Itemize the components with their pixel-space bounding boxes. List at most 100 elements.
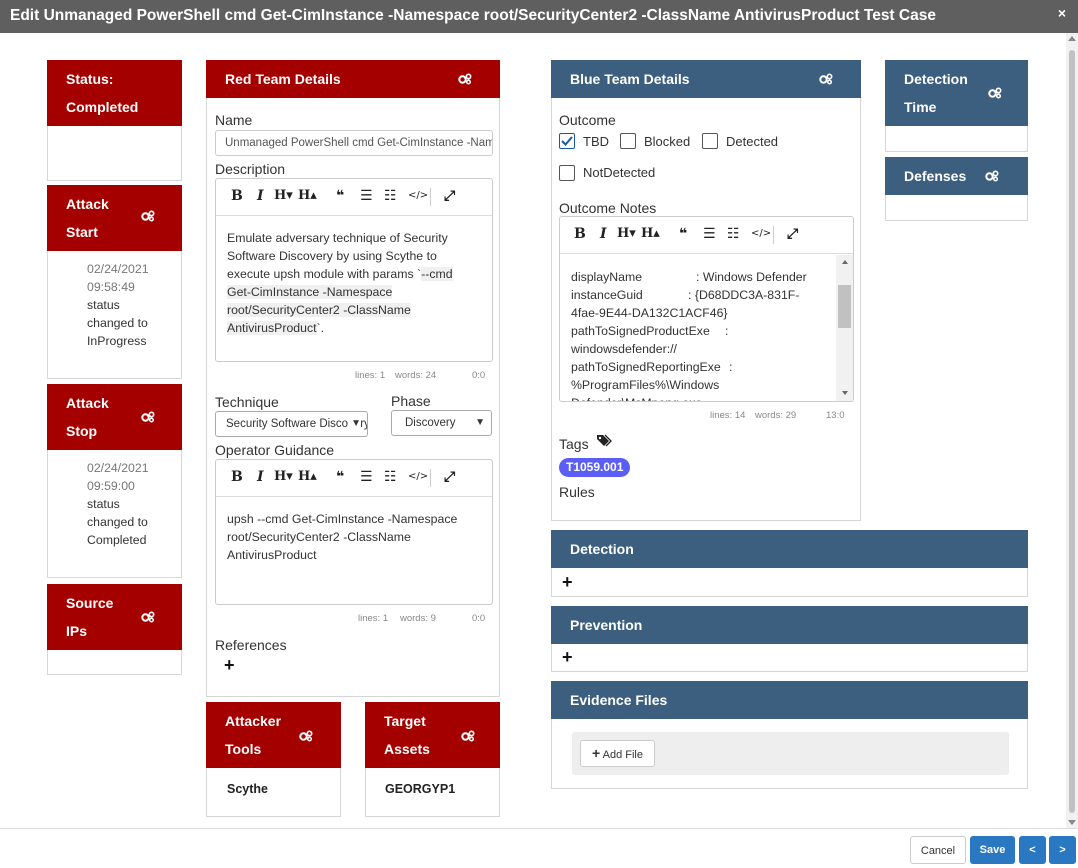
save-button[interactable]: Save [970,836,1015,864]
outcome-notdetected-checkbox[interactable] [559,165,575,181]
add-detection-button[interactable]: + [562,572,573,593]
dialog-title-bar: Edit Unmanaged PowerShell cmd Get-CimIns… [0,0,1078,33]
notes-word-count: words: 29 [755,410,797,421]
code-button[interactable]: </> [751,228,771,239]
desc-code: AntivirusProduct [227,321,317,335]
heading-bigger-button[interactable]: H▴ [298,469,317,484]
event-time: 09:58:49 [87,280,135,294]
add-file-button[interactable]: + Add File [580,740,655,767]
unordered-list-button[interactable]: ☰ [360,469,373,485]
bold-button[interactable]: B [574,226,586,242]
outcome-notes-editor[interactable]: B I H▾ H▴ ❝ ☰ ☷ </> ⤢ displayName: Windo… [559,216,854,402]
cancel-button[interactable]: Cancel [910,836,966,864]
gears-icon[interactable] [985,170,999,182]
name-label: Name [215,112,253,128]
next-button[interactable]: > [1049,836,1076,864]
desc-line: Software Discovery by using Scythe to [227,249,437,263]
toolbar-divider [430,188,431,206]
blue-team-title: Blue Team Details [570,71,690,87]
prevention-header: Prevention [551,606,1028,644]
unordered-list-button[interactable]: ☰ [360,188,373,204]
notes-line: pathToSignedProductExe: [571,322,836,340]
notes-cursor-pos: 13:0 [826,410,845,421]
phase-select[interactable]: Discovery ▼ [391,410,492,436]
outcome-tbd-checkbox[interactable] [559,133,575,149]
technique-select[interactable]: Security Software Discovery ▼ [215,411,368,437]
italic-button[interactable]: I [257,469,264,485]
outcome-notes-text: displayName: Windows Defender instanceGu… [571,268,836,401]
footer-divider [0,828,1078,829]
outcome-label: Outcome [559,112,616,128]
code-button[interactable]: </> [408,471,428,482]
outcome-blocked-checkbox[interactable] [620,133,636,149]
notes-line: instanceGuid: {D68DDC3A-831F- [571,286,836,304]
heading-smaller-button[interactable]: H▾ [274,469,293,484]
italic-button[interactable]: I [257,188,264,204]
tag-badge[interactable]: T1059.001 [559,458,631,477]
heading-smaller-button[interactable]: H▾ [617,226,636,241]
event-line-1: status [87,298,120,312]
outcome-detected-checkbox[interactable] [702,133,718,149]
fullscreen-icon[interactable]: ⤢ [444,469,455,485]
notes-scrollbar[interactable] [836,255,853,401]
ordered-list-button[interactable]: ☷ [727,226,740,242]
guidance-editor[interactable]: B I H▾ H▴ ❝ ☰ ☷ </> ⤢ upsh --cmd Get-Cim… [215,459,493,605]
phase-value: Discovery [405,417,456,429]
gears-icon[interactable] [819,73,833,85]
fullscreen-icon[interactable]: ⤢ [787,226,798,242]
quote-button[interactable]: ❝ [336,469,344,485]
references-label: References [215,637,287,653]
scroll-down-icon[interactable] [842,391,848,395]
attack-start-event: 02/24/2021 09:58:49 status changed to In… [87,260,149,350]
blue-team-header: Blue Team Details [551,60,861,98]
add-reference-button[interactable]: + [224,655,235,676]
prevention-card: Prevention + [551,606,1028,672]
ordered-list-button[interactable]: ☷ [384,469,397,485]
add-file-label: Add File [602,749,643,761]
page-scroll-thumb[interactable] [1069,50,1075,813]
previous-button[interactable]: < [1019,836,1046,864]
heading-bigger-button[interactable]: H▴ [298,188,317,203]
page-scrollbar[interactable] [1066,33,1078,828]
name-input[interactable]: Unmanaged PowerShell cmd Get-CimInstance… [215,130,493,156]
gears-icon[interactable] [458,73,472,85]
notes-key: displayName [571,270,643,284]
desc-code: --cmd [421,267,453,281]
gears-icon[interactable] [299,730,313,742]
scroll-up-icon[interactable] [842,260,848,264]
unordered-list-button[interactable]: ☰ [703,226,716,242]
add-prevention-button[interactable]: + [562,647,573,668]
description-editor[interactable]: B I H▾ H▴ ❝ ☰ ☷ </> ⤢ Emulate adversary … [215,178,493,362]
scroll-down-icon[interactable] [1068,820,1076,825]
detection-header: Detection [551,530,1028,568]
gears-icon[interactable] [141,411,155,423]
gears-icon[interactable] [141,210,155,222]
outcome-notes-label: Outcome Notes [559,200,657,216]
evidence-dropzone[interactable]: + Add File [572,732,1009,775]
detection-card: Detection + [551,530,1028,597]
italic-button[interactable]: I [600,226,607,242]
quote-button[interactable]: ❝ [336,188,344,204]
gears-icon[interactable] [141,611,155,623]
toolbar-divider [430,469,431,487]
heading-smaller-button[interactable]: H▾ [274,188,293,203]
toolbar-divider [773,226,774,244]
defenses-card: Defenses [885,157,1028,221]
notes-scroll-thumb[interactable] [838,285,851,328]
close-icon[interactable]: × [1058,5,1066,21]
quote-button[interactable]: ❝ [679,226,687,242]
defenses-header: Defenses [885,157,1028,195]
gears-icon[interactable] [461,730,475,742]
guidance-line-count: lines: 1 [358,613,389,624]
bold-button[interactable]: B [231,188,243,204]
red-team-title: Red Team Details [225,71,341,87]
code-button[interactable]: </> [408,190,428,201]
bold-button[interactable]: B [231,469,243,485]
gears-icon[interactable] [988,87,1002,99]
event-line-3: Completed [87,533,147,547]
heading-bigger-button[interactable]: H▴ [641,226,660,241]
fullscreen-icon[interactable]: ⤢ [444,188,455,204]
notes-key: instanceGuid [571,288,643,302]
ordered-list-button[interactable]: ☷ [384,188,397,204]
scroll-up-icon[interactable] [1068,36,1076,41]
